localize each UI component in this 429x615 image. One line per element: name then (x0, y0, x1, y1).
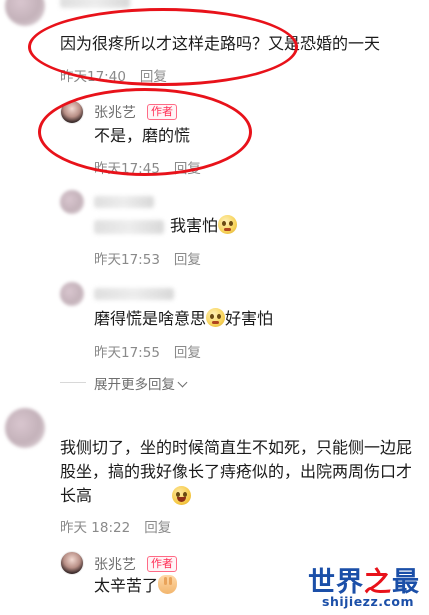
reply-text: 太辛苦了 (94, 574, 178, 598)
blurred-username (94, 288, 174, 300)
avatar[interactable] (5, 408, 45, 448)
comment-meta: 昨天17:40 回复 (60, 65, 167, 85)
author-badge: 作者 (147, 104, 177, 120)
reply-button[interactable]: 回复 (174, 161, 201, 177)
avatar[interactable] (5, 0, 45, 26)
comment-thread: 因为很疼所以才这样走路吗？又是恐婚的一天 昨天17:40 回复 张兆艺 作者 不是… (0, 0, 429, 615)
scared-emoji-icon (218, 215, 238, 234)
author-avatar[interactable] (60, 100, 84, 124)
blurred-username (60, 0, 130, 8)
blurred-username (94, 196, 154, 208)
author-username[interactable]: 张兆艺 (94, 102, 136, 122)
reply-button[interactable]: 回复 (174, 345, 201, 361)
comment-time: 昨天17:40 (60, 69, 126, 85)
comment-text: 因为很疼所以才这样走路吗？又是恐婚的一天 (60, 34, 381, 53)
reply-meta: 昨天17:53 回复 (94, 248, 201, 268)
reply-button[interactable]: 回复 (144, 520, 171, 536)
scared-emoji-icon (206, 308, 226, 327)
reply-time: 昨天17:55 (94, 345, 160, 361)
expand-more-label: 展开更多回复 (94, 377, 175, 393)
reply-time: 昨天17:53 (94, 252, 160, 268)
reply-text: 不是，磨的慌 (94, 126, 191, 145)
reply-time: 昨天17:45 (94, 161, 160, 177)
reply-text: 我害怕 (170, 214, 238, 238)
reply-text-content: 我害怕 (170, 216, 219, 235)
author-avatar[interactable] (60, 551, 84, 575)
author-username[interactable]: 张兆艺 (94, 554, 136, 574)
comment-meta: 昨天 18:22 回复 (60, 516, 171, 536)
reply-text-after: 好害怕 (225, 309, 274, 328)
watermark-url: shijiezz.com (322, 594, 414, 609)
reply-text-content: 太辛苦了 (94, 576, 159, 595)
reply-meta: 昨天17:55 回复 (94, 341, 201, 361)
expand-more-replies[interactable]: 展开更多回复 (94, 373, 188, 393)
reply-button[interactable]: 回复 (140, 69, 167, 85)
avatar[interactable] (60, 190, 84, 214)
avatar[interactable] (60, 282, 84, 306)
laugh-cry-emoji-icon (172, 486, 191, 505)
reply-button[interactable]: 回复 (174, 252, 201, 268)
chevron-down-icon (177, 377, 188, 388)
expand-divider (60, 382, 86, 383)
comment-text: 我侧切了，坐的时候简直生不如死，只能侧一边屁股坐，搞的我好像长了痔疮似的，出院两… (60, 438, 413, 505)
comment-time: 昨天 18:22 (60, 520, 131, 536)
author-badge: 作者 (147, 556, 177, 572)
reply-text-before: 磨得慌是啥意思 (94, 309, 207, 328)
reply-meta: 昨天17:45 回复 (94, 157, 201, 177)
reply-text: 磨得慌是啥意思 好害怕 (94, 307, 273, 331)
blurred-mention (94, 220, 164, 234)
hand-emoji-icon (158, 575, 178, 594)
